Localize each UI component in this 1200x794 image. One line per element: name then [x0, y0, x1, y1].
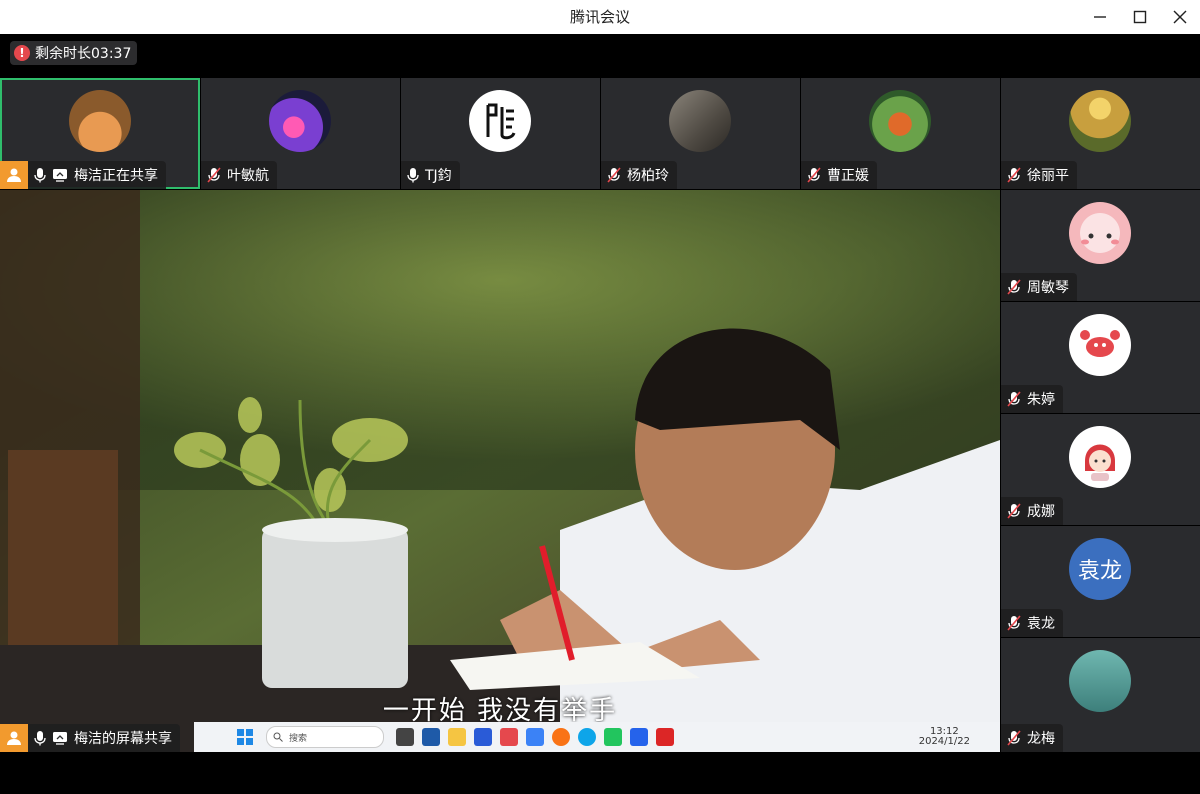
- tencent-meeting-icon: [630, 728, 648, 746]
- taskbar-search: 搜索: [266, 726, 384, 748]
- participant-nameplate: 梅洁正在共享: [0, 161, 166, 189]
- participant-name: 龙梅: [1027, 731, 1055, 747]
- participant-avatar-initials: 袁龙: [1069, 538, 1131, 600]
- microphone-icon: [34, 167, 46, 183]
- participant-tile-1[interactable]: 梅洁正在共享: [0, 78, 200, 189]
- mic-muted-icon: [1007, 730, 1021, 746]
- participant-name: 周敏琴: [1027, 280, 1069, 296]
- participant-avatar: [69, 90, 131, 152]
- mic-muted-icon: [1007, 167, 1021, 183]
- window-titlebar: 腾讯会议: [0, 0, 1200, 34]
- screen-share-nameplate: 梅洁的屏幕共享: [0, 724, 180, 752]
- mic-muted-icon: [607, 167, 621, 183]
- participant-tile-11[interactable]: 龙梅: [1001, 638, 1200, 752]
- participant-name: 成娜: [1027, 504, 1055, 520]
- shared-taskbar: 搜索 13:12 2024/1/22: [194, 722, 1000, 752]
- maximize-icon: [1133, 10, 1147, 24]
- app-icon: [474, 728, 492, 746]
- minimize-icon: [1094, 16, 1106, 18]
- participant-nameplate: 徐丽平: [1001, 161, 1077, 189]
- participant-tile-4[interactable]: 杨柏玲: [601, 78, 800, 189]
- participant-name: 袁龙: [1027, 616, 1055, 632]
- wechat-icon: [604, 728, 622, 746]
- taskbar-date: 2024/1/22: [918, 736, 970, 747]
- participant-nameplate: 杨柏玲: [601, 161, 677, 189]
- participant-avatar: [669, 90, 731, 152]
- participant-tile-3[interactable]: TJ鈞: [401, 78, 600, 189]
- participant-avatar: [1069, 426, 1131, 488]
- microphone-icon: [407, 167, 419, 183]
- crab-icon: [1080, 330, 1120, 357]
- store-icon: [422, 728, 440, 746]
- participant-tile-2[interactable]: 叶敏航: [201, 78, 400, 189]
- participant-name: 叶敏航: [227, 168, 269, 184]
- shared-screen-view[interactable]: 一开始 我没有举手: [0, 190, 1000, 752]
- participant-nameplate: 龙梅: [1001, 724, 1063, 752]
- microphone-icon: [34, 730, 46, 746]
- participant-tile-8[interactable]: 朱婷: [1001, 302, 1200, 413]
- wps-icon: [656, 728, 674, 746]
- participant-avatar: [269, 90, 331, 152]
- mic-muted-icon: [1007, 503, 1021, 519]
- participant-nameplate: 袁龙: [1001, 609, 1063, 637]
- taskbar-search-placeholder: 搜索: [289, 733, 308, 744]
- firefox-icon: [552, 728, 570, 746]
- host-icon: [0, 724, 28, 752]
- search-icon: [273, 732, 283, 742]
- participant-name: TJ鈞: [425, 168, 452, 184]
- participant-nameplate: 曹正媛: [801, 161, 877, 189]
- participant-name: 杨柏玲: [627, 168, 669, 184]
- participant-avatar: [1069, 90, 1131, 152]
- participant-avatar: [1069, 314, 1131, 376]
- participant-tile-10[interactable]: 袁龙 袁龙: [1001, 526, 1200, 637]
- screen-share-label: 梅洁的屏幕共享: [74, 731, 172, 747]
- warning-icon: !: [14, 45, 30, 61]
- minimize-button[interactable]: [1080, 0, 1120, 34]
- screen-share-icon: [52, 168, 68, 182]
- participant-name: 徐丽平: [1027, 168, 1069, 184]
- mic-muted-icon: [1007, 615, 1021, 631]
- participant-nameplate: 周敏琴: [1001, 273, 1077, 301]
- folder-icon: [448, 728, 466, 746]
- remaining-time-label: 剩余时长03:37: [35, 46, 132, 62]
- participant-tile-9[interactable]: 成娜: [1001, 414, 1200, 525]
- participant-nameplate: 朱婷: [1001, 385, 1063, 413]
- window-title: 腾讯会议: [569, 8, 630, 26]
- mic-muted-icon: [207, 167, 221, 183]
- participant-name: 朱婷: [1027, 392, 1055, 408]
- mic-muted-icon: [1007, 391, 1021, 407]
- maximize-button[interactable]: [1120, 0, 1160, 34]
- participant-avatar: [869, 90, 931, 152]
- cloud-icon: [526, 728, 544, 746]
- task-view-icon: [396, 728, 414, 746]
- edge-icon: [578, 728, 596, 746]
- participant-name: 曹正媛: [827, 168, 869, 184]
- participant-avatar: [469, 90, 531, 152]
- remaining-time-badge: ! 剩余时长03:37: [10, 41, 138, 65]
- participant-tile-7[interactable]: 周敏琴: [1001, 190, 1200, 301]
- participant-tile-5[interactable]: 曹正媛: [801, 78, 1000, 189]
- close-icon: [1173, 10, 1187, 24]
- participant-nameplate: 成娜: [1001, 497, 1063, 525]
- app-icon: [500, 728, 518, 746]
- participant-name: 梅洁正在共享: [74, 168, 158, 184]
- close-button[interactable]: [1160, 0, 1200, 34]
- participant-nameplate: 叶敏航: [201, 161, 277, 189]
- participant-avatar: [1069, 650, 1131, 712]
- participant-tile-6[interactable]: 徐丽平: [1001, 78, 1200, 189]
- shared-video-frame: [0, 190, 1000, 752]
- windows-start-icon: [236, 728, 254, 746]
- participant-nameplate: TJ鈞: [401, 161, 460, 189]
- screen-share-icon: [52, 731, 68, 745]
- mic-muted-icon: [1007, 279, 1021, 295]
- mic-muted-icon: [807, 167, 821, 183]
- participant-avatar: [1069, 202, 1131, 264]
- bottom-bar: [0, 752, 1200, 794]
- host-icon: [0, 161, 28, 189]
